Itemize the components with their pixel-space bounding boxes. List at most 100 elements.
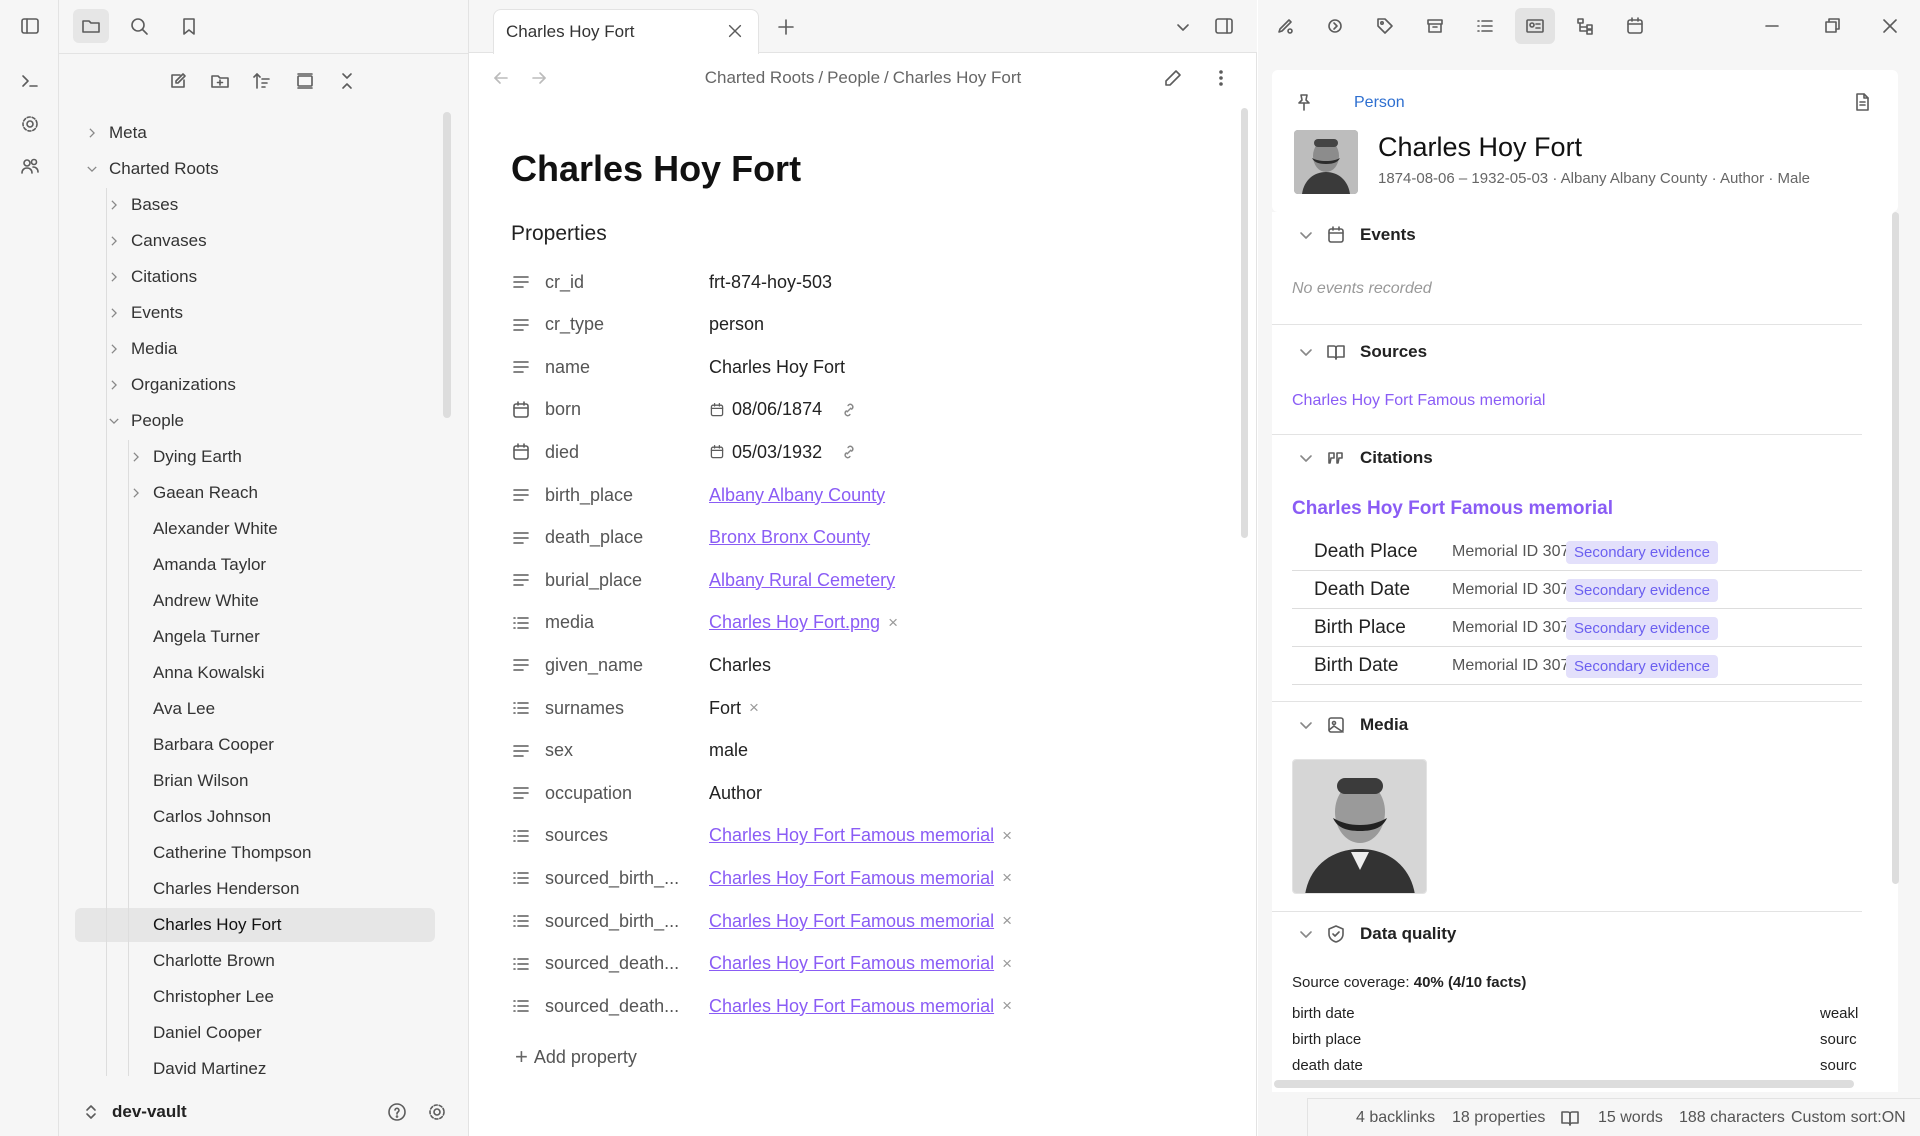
tree-file[interactable]: Catherine Thompson [75,836,435,870]
property-value[interactable]: Albany Rural Cemetery [709,570,895,591]
settings-gear-icon[interactable] [427,1102,447,1122]
tree-file[interactable]: Brian Wilson [75,764,435,798]
new-tab-icon[interactable] [776,17,796,37]
media-section-header[interactable]: Media [1272,705,1862,745]
people-icon[interactable] [16,152,44,180]
properties-count[interactable]: 18 properties [1452,1109,1545,1127]
property-value[interactable]: Charles Hoy Fort Famous memorial × [709,825,1012,846]
property-key[interactable]: sex [545,740,685,761]
close-tab-icon[interactable] [726,22,744,40]
remove-value-icon[interactable]: × [1002,911,1012,931]
property-value[interactable]: Charles Hoy Fort Famous memorial × [709,868,1012,889]
reading-view-icon[interactable] [1560,1108,1580,1128]
terminal-icon[interactable] [16,67,44,95]
property-key[interactable]: sourced_death... [545,953,685,974]
link-icon[interactable] [840,443,858,461]
sidebar-toggle-icon[interactable] [16,12,44,40]
tree-folder[interactable]: Organizations [75,368,435,402]
property-value[interactable]: Bronx Bronx County [709,527,870,548]
property-value[interactable]: Author [709,783,762,804]
new-folder-icon[interactable] [202,64,238,98]
person-card-button[interactable] [1515,8,1555,44]
property-value[interactable]: Fort × [709,698,759,719]
property-key[interactable]: given_name [545,655,685,676]
horizontal-scrollbar[interactable] [1274,1080,1854,1088]
search-icon[interactable] [121,9,157,43]
property-key[interactable]: sourced_birth_... [545,911,685,932]
help-icon[interactable] [387,1102,407,1122]
property-key[interactable]: burial_place [545,570,685,591]
tree-file[interactable]: Charlotte Brown [75,944,435,978]
property-value[interactable]: Charles Hoy Fort.png × [709,612,898,633]
remove-value-icon[interactable]: × [1002,954,1012,974]
tree-folder[interactable]: Meta [75,116,435,150]
gear-icon[interactable] [16,110,44,138]
more-options-icon[interactable] [1211,68,1231,88]
tree-file[interactable]: Charles Hoy Fort [75,908,435,942]
edit-pencil-icon[interactable] [1163,68,1183,88]
citation-row[interactable]: Birth Place Memorial ID 3079 Secondary evi… [1292,610,1862,647]
right-scrollbar[interactable] [1892,212,1899,884]
tree-file[interactable]: Christopher Lee [75,980,435,1014]
citation-source-link[interactable]: Charles Hoy Fort Famous memorial [1292,498,1613,520]
property-key[interactable]: death_place [545,527,685,548]
property-key[interactable]: born [545,399,685,420]
share-button[interactable] [1315,8,1355,44]
property-key[interactable]: sourced_birth_... [545,868,685,889]
tree-folder[interactable]: Charted Roots [75,152,435,186]
tree-folder[interactable]: People [75,404,435,438]
restore-icon[interactable] [1822,16,1842,36]
tree-file[interactable]: Charles Henderson [75,872,435,906]
remove-value-icon[interactable]: × [1002,996,1012,1016]
tab-list-chevron-icon[interactable] [1173,17,1193,37]
data-quality-section-header[interactable]: Data quality [1272,914,1862,954]
bookmark-icon[interactable] [171,9,207,43]
events-section-header[interactable]: Events [1272,215,1862,255]
citation-row[interactable]: Death Place Memorial ID 3079 Secondary evi… [1292,534,1862,571]
property-value[interactable]: 08/06/1874 [709,399,858,420]
tree-file[interactable]: Alexander White [75,512,435,546]
tree-file[interactable]: Barbara Cooper [75,728,435,762]
property-key[interactable]: died [545,442,685,463]
breadcrumb-item[interactable]: People [827,68,880,87]
tree-file[interactable]: Angela Turner [75,620,435,654]
custom-sort-status[interactable]: Custom sort:ON [1791,1109,1906,1127]
note-title[interactable]: Charles Hoy Fort [511,148,801,190]
breadcrumb-item[interactable]: Charted Roots [705,68,815,87]
property-key[interactable]: sourced_death... [545,996,685,1017]
tree-file[interactable]: Anna Kowalski [75,656,435,690]
document-icon[interactable] [1852,92,1872,112]
tree-file[interactable]: Ava Lee [75,692,435,726]
property-key[interactable]: birth_place [545,485,685,506]
vault-switcher[interactable]: dev-vault [59,1088,469,1136]
close-window-icon[interactable] [1880,16,1900,36]
property-key[interactable]: sources [545,825,685,846]
family-tree-button[interactable] [1565,8,1605,44]
editor-scrollbar[interactable] [1241,108,1248,538]
properties-heading[interactable]: Properties [511,222,607,246]
pen-tool-button[interactable] [1265,8,1305,44]
property-value[interactable]: Albany Albany County [709,485,885,506]
collapse-all-icon[interactable] [329,64,365,98]
backlinks-count[interactable]: 4 backlinks [1356,1109,1435,1127]
minimize-icon[interactable] [1762,16,1782,36]
tree-file[interactable]: David Martinez [75,1052,435,1076]
citations-section-header[interactable]: Citations [1272,438,1862,478]
property-value[interactable]: Charles Hoy Fort Famous memorial × [709,996,1012,1017]
new-note-icon[interactable] [160,64,196,98]
tree-folder[interactable]: Dying Earth [75,440,435,474]
tree-folder[interactable]: Citations [75,260,435,294]
tree-file[interactable]: Daniel Cooper [75,1016,435,1050]
sources-section-header[interactable]: Sources [1272,332,1862,372]
tree-scrollbar[interactable] [443,112,451,418]
remove-value-icon[interactable]: × [749,698,759,718]
link-icon[interactable] [840,401,858,419]
tree-folder[interactable]: Events [75,296,435,330]
sort-icon[interactable] [244,64,280,98]
folder-icon[interactable] [73,9,109,43]
tree-file[interactable]: Andrew White [75,584,435,618]
tree-folder[interactable]: Bases [75,188,435,222]
property-value[interactable]: 05/03/1932 [709,442,858,463]
property-key[interactable]: cr_id [545,272,685,293]
property-value[interactable]: Charles Hoy Fort Famous memorial × [709,911,1012,932]
